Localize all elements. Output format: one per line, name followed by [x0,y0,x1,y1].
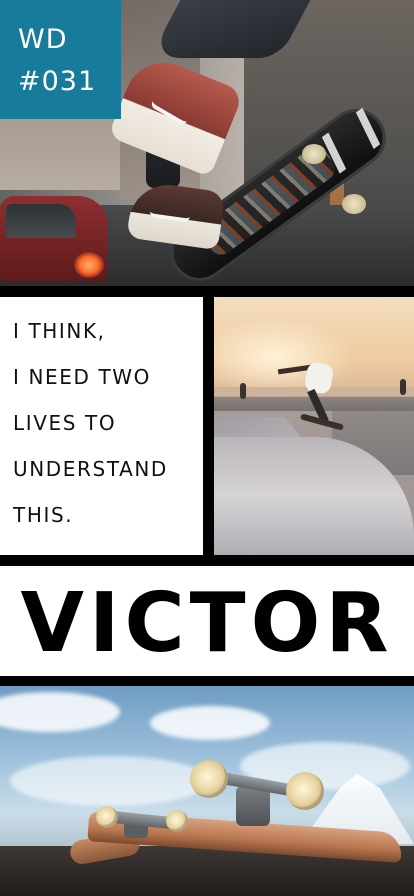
car [0,196,108,282]
bystander [240,383,246,399]
skateboard-wheel [286,772,324,810]
badge-label: WD [18,24,68,55]
cloud [0,692,120,732]
skateboard-wheel [166,810,188,832]
cloud [150,706,270,740]
skateboard-wheel [96,806,118,828]
quote-line: LIVES TO [13,411,117,435]
car-window [6,204,76,238]
skateboard-photo [0,686,414,896]
quote-line: THIS. [13,503,74,527]
quote-line: UNDERSTAND [13,457,168,481]
issue-badge: WD #031 [0,0,121,119]
hero-photo: WD #031 [0,0,414,286]
skateboard-wheel [342,194,366,214]
skateboard-wheel [190,760,228,798]
sun-glow [214,317,354,397]
quote-panel: I THINK, I NEED TWO LIVES TO UNDERSTAND … [0,297,203,555]
skatepark-photo [214,297,414,555]
page-title: VICTOR [20,576,394,671]
quote-line: I NEED TWO [13,365,151,389]
skateboard-wheel [302,144,326,164]
car-tail-light [74,252,104,278]
badge-number: #031 [18,66,97,97]
bystander [400,379,406,395]
cloud [10,756,210,806]
quote-line: I THINK, [13,319,106,343]
title-panel: VICTOR [0,566,414,676]
skateboard-truck [236,786,270,826]
